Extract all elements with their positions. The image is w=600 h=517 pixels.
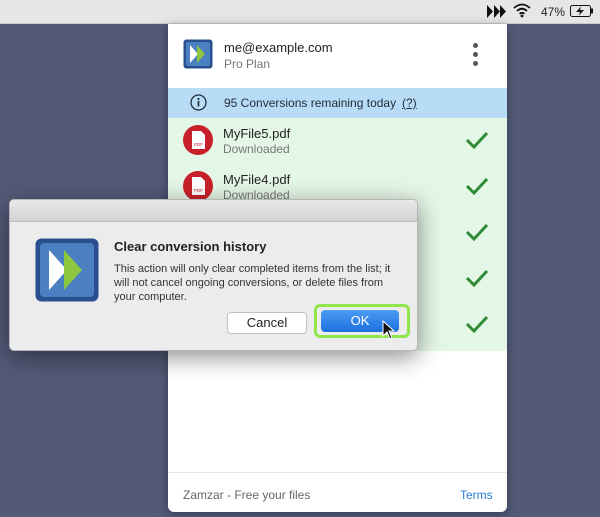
file-name: MyFile4.pdf (223, 172, 291, 187)
cancel-button[interactable]: Cancel (227, 312, 307, 334)
battery-charging-icon[interactable] (570, 5, 594, 17)
zamzar-logo-icon (35, 238, 99, 302)
file-status: Downloaded (223, 142, 290, 156)
terms-link[interactable]: Terms (460, 488, 493, 502)
footer-tagline: Zamzar - Free your files (183, 488, 311, 502)
account-email: me@example.com (224, 40, 333, 55)
conversions-remaining-text: 95 Conversions remaining today (224, 96, 397, 110)
dialog-message: This action will only clear completed it… (114, 263, 391, 303)
file-name: MyFile5.pdf (223, 126, 291, 141)
more-options-icon[interactable] (473, 43, 479, 70)
mouse-cursor-icon (382, 320, 396, 340)
checkmark-icon (465, 177, 489, 196)
clear-history-dialog: Clear conversion history This action wil… (9, 199, 418, 351)
help-link[interactable]: (?) (402, 96, 417, 110)
svg-text:PDF: PDF (194, 142, 203, 147)
checkmark-icon (465, 223, 489, 242)
conversions-remaining-bar: 95 Conversions remaining today (?) (168, 88, 507, 118)
menu-bar: 47% (0, 0, 600, 24)
checkmark-icon (465, 131, 489, 150)
svg-text:PDF: PDF (194, 188, 203, 193)
list-item[interactable]: PDF MyFile5.pdf Downloaded (168, 118, 507, 164)
zamzar-logo-icon (183, 39, 213, 69)
pdf-file-icon: PDF (183, 125, 213, 155)
checkmark-icon (465, 269, 489, 288)
wifi-icon[interactable] (513, 3, 531, 18)
checkmark-icon (465, 315, 489, 334)
info-icon (190, 94, 207, 111)
dialog-title: Clear conversion history (114, 239, 267, 254)
zamzar-app-icon[interactable] (487, 5, 507, 18)
battery-percent[interactable]: 47% (541, 5, 565, 19)
pdf-file-icon: PDF (183, 171, 213, 201)
account-plan: Pro Plan (224, 57, 271, 71)
footer-divider (168, 472, 507, 473)
dialog-titlebar[interactable] (10, 200, 417, 222)
